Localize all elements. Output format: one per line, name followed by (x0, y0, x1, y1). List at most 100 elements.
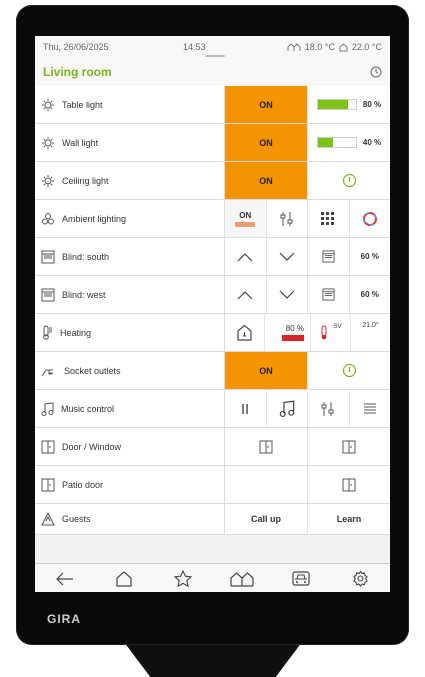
grid-icon (321, 211, 335, 226)
pull-down-handle[interactable] (205, 55, 225, 57)
chevron-down-icon (279, 290, 295, 300)
rooms-icon (230, 571, 254, 587)
row-label: Ceiling light (62, 175, 109, 186)
chevron-up-icon (237, 290, 253, 300)
nav-functions[interactable] (272, 564, 331, 592)
nav-home[interactable] (94, 564, 153, 592)
row-music-control: Music control (35, 390, 390, 428)
room-title: Living room (43, 65, 112, 79)
row-label: Wall light (62, 137, 99, 148)
star-icon (173, 570, 192, 587)
pause-icon (240, 403, 250, 415)
table-light-dimmer[interactable]: 80 % (308, 86, 390, 123)
row-label: Music control (61, 403, 115, 414)
outdoor-temp: 18.0 °C (304, 42, 335, 52)
wall-light-dimmer[interactable]: 40 % (308, 124, 390, 161)
nav-back[interactable] (35, 564, 94, 592)
car-icon (292, 570, 310, 587)
row-label: Table light (62, 99, 103, 110)
ambient-scenes[interactable] (308, 200, 350, 237)
dimmer-fill (317, 100, 349, 109)
music-playlist[interactable] (350, 390, 391, 427)
blind-south-position[interactable] (308, 238, 350, 275)
row-wall-light: Wall light ON 40 % (35, 124, 390, 162)
music-note-icon (41, 401, 54, 416)
ambient-toggle[interactable]: ON (225, 200, 267, 237)
bulb-icon (41, 98, 55, 112)
guests-learn-button[interactable]: Learn (308, 504, 390, 534)
chevron-down-icon (279, 252, 295, 262)
heating-valve-bar (282, 335, 304, 341)
blind-west-down[interactable] (267, 276, 308, 313)
socket-outlets-info[interactable] (308, 352, 390, 389)
blind-west-position[interactable] (308, 276, 350, 313)
blind-south-up[interactable] (225, 238, 267, 275)
row-socket-outlets: Socket outlets ON (35, 352, 390, 390)
clock-icon[interactable] (370, 66, 382, 78)
heating-valve: 80 % (265, 314, 311, 351)
guests-call-up-button[interactable]: Call up (225, 504, 308, 534)
dimmer-bar (316, 137, 357, 148)
row-patio-door: Patio door (35, 466, 390, 504)
door-icon (342, 440, 356, 454)
ambient-color-picker[interactable] (350, 200, 391, 237)
door-icon (259, 440, 273, 454)
bulb-icon (41, 136, 55, 150)
blind-south-value: 60 % (360, 252, 379, 261)
socket-icon (41, 365, 57, 377)
setpoint-label: SV (333, 324, 342, 330)
nav-favorites[interactable] (153, 564, 212, 592)
ceiling-light-info[interactable] (308, 162, 390, 199)
ambient-color-swatch (235, 221, 256, 227)
status-bar: Thu, 26/06/2025 14:53 18.0 °C 22.0 °C (35, 36, 390, 58)
blind-icon (41, 250, 55, 264)
ceiling-light-toggle[interactable]: ON (225, 162, 308, 199)
thermometer-icon (41, 325, 53, 340)
blind-icon (41, 288, 55, 302)
heating-mode[interactable] (225, 314, 265, 351)
bulb-icon (41, 174, 55, 188)
blind-icon (322, 250, 335, 263)
socket-outlets-toggle[interactable]: ON (225, 352, 308, 389)
ambient-settings[interactable] (267, 200, 308, 237)
row-label: Patio door (62, 479, 104, 490)
blind-west-up[interactable] (225, 276, 267, 313)
dimmer-value: 40 % (362, 138, 382, 147)
music-source[interactable] (267, 390, 308, 427)
screen: Thu, 26/06/2025 14:53 18.0 °C 22.0 °C Li… (35, 36, 390, 592)
row-blind-west: Blind: west 60 % (35, 276, 390, 314)
nav-settings[interactable] (331, 564, 390, 592)
blind-south-down[interactable] (267, 238, 308, 275)
door-window-status-1 (225, 428, 308, 465)
list-icon (363, 403, 377, 415)
color-wheel-icon (362, 211, 378, 227)
patio-door-status (308, 466, 390, 503)
patio-door-empty (225, 466, 308, 503)
door-icon (342, 478, 356, 492)
nav-rooms[interactable] (213, 564, 272, 592)
sliders-icon (321, 401, 335, 417)
music-settings[interactable] (308, 390, 350, 427)
dimmer-value: 80 % (362, 100, 382, 109)
heating-setpoint[interactable]: SV (311, 314, 351, 351)
status-date: Thu, 26/06/2025 (43, 42, 109, 52)
door-icon (41, 440, 55, 454)
info-circle-icon (342, 173, 357, 188)
outdoor-house-icon (287, 42, 301, 52)
row-ceiling-light: Ceiling light ON (35, 162, 390, 200)
row-label: Blind: south (62, 251, 110, 262)
door-window-status-2 (308, 428, 390, 465)
info-circle-icon (342, 363, 357, 378)
music-note-icon (279, 400, 295, 417)
dimmer-bar (316, 99, 357, 110)
table-light-toggle[interactable]: ON (225, 86, 308, 123)
wall-light-toggle[interactable]: ON (225, 124, 308, 161)
row-door-window: Door / Window (35, 428, 390, 466)
music-pause[interactable] (225, 390, 267, 427)
bottom-nav (35, 563, 390, 592)
row-label: Heating (60, 327, 92, 338)
status-time: 14:53 (183, 42, 206, 52)
row-blind-south: Blind: south 60 % (35, 238, 390, 276)
heating-setpoint-value: 21.0° (362, 322, 379, 329)
heating-valve-value: 80 % (285, 324, 304, 333)
